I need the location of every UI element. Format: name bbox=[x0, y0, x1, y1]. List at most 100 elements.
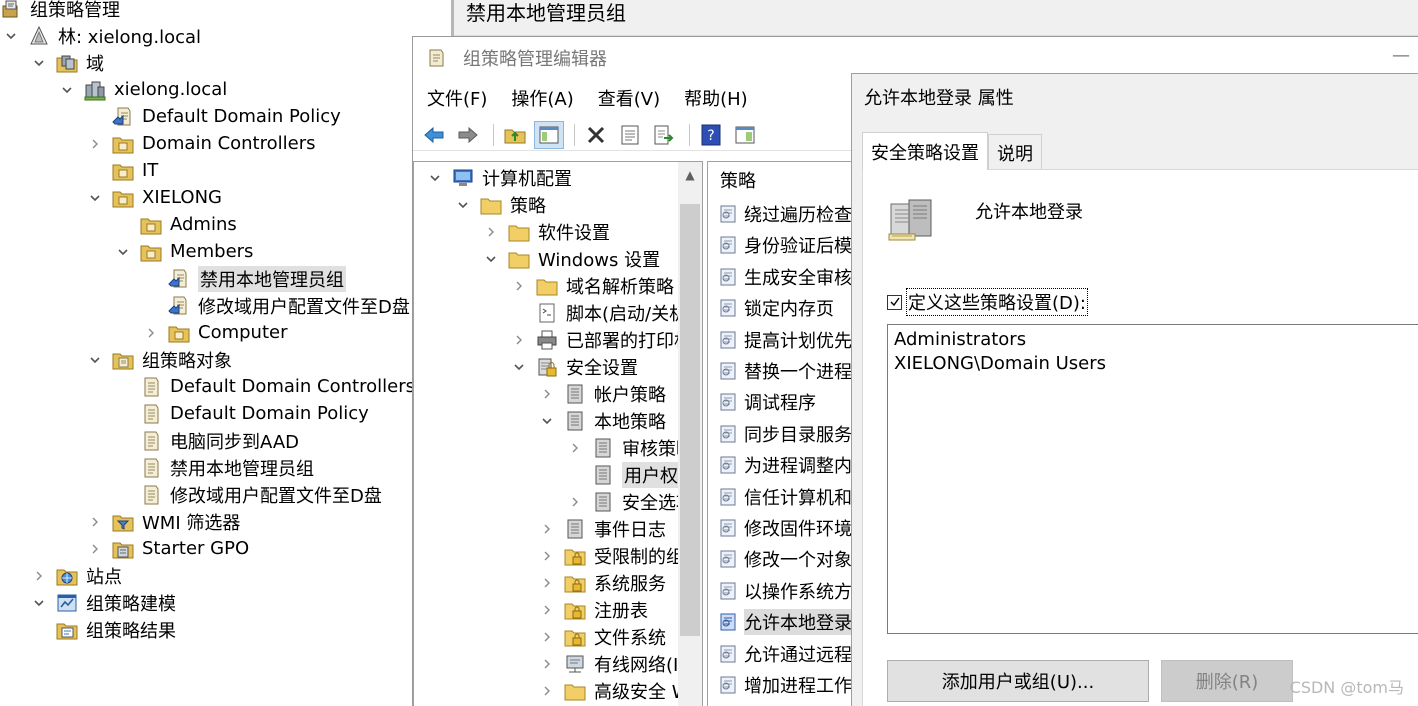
menu-item[interactable]: 文件(F) bbox=[427, 85, 487, 111]
editor-tree-node[interactable]: 帐户策略 bbox=[540, 380, 666, 407]
gpmc-tree-node[interactable]: 修改域用户配置文件至D盘 bbox=[116, 481, 382, 508]
editor-tree-node[interactable]: 系统服务 bbox=[540, 569, 666, 596]
policy-row[interactable]: 允许本地登录 bbox=[718, 608, 852, 636]
policy-row[interactable]: 为进程调整内存配额 bbox=[718, 451, 856, 479]
define-policy-checkbox-row[interactable]: 定义这些策略设置(D): bbox=[887, 288, 1088, 316]
gpmc-tree-node[interactable]: 修改域用户配置文件至D盘 bbox=[144, 292, 410, 319]
policy-row[interactable]: 绕过遍历检查 bbox=[718, 200, 852, 228]
remove-button[interactable]: 删除(R) bbox=[1161, 660, 1293, 702]
action-pane-button[interactable] bbox=[730, 121, 760, 149]
forward-button[interactable] bbox=[453, 121, 483, 149]
editor-tree-node[interactable]: 策略 bbox=[456, 191, 546, 218]
policy-row[interactable]: 同步目录服务数据 bbox=[718, 420, 856, 448]
chevron-right-icon[interactable] bbox=[484, 225, 498, 239]
editor-tree-node[interactable]: 已部署的打印机 bbox=[512, 326, 692, 353]
editor-tree-node[interactable]: 审核策略 bbox=[568, 434, 694, 461]
gpmc-tree-node[interactable]: 禁用本地管理员组 bbox=[144, 265, 346, 292]
gpmc-tree-node[interactable]: Default Domain Policy bbox=[88, 103, 341, 130]
chevron-right-icon[interactable] bbox=[540, 549, 554, 563]
define-policy-checkbox[interactable] bbox=[887, 294, 902, 310]
gpmc-tree-node[interactable]: xielong.local bbox=[60, 76, 227, 103]
chevron-down-icon[interactable] bbox=[88, 353, 102, 367]
chevron-right-icon[interactable] bbox=[144, 326, 158, 340]
chevron-down-icon[interactable] bbox=[116, 245, 130, 259]
gpmc-tree-node[interactable]: 站点 bbox=[32, 562, 122, 589]
back-button[interactable] bbox=[419, 121, 449, 149]
export-list-button[interactable] bbox=[649, 121, 679, 149]
tab-explain[interactable]: 说明 bbox=[988, 134, 1042, 170]
chevron-down-icon[interactable] bbox=[32, 596, 46, 610]
chevron-down-icon[interactable] bbox=[60, 83, 74, 97]
gpmc-tree-node[interactable]: XIELONG bbox=[88, 184, 222, 211]
tab-security-policy-setting[interactable]: 安全策略设置 bbox=[862, 132, 988, 170]
chevron-down-icon[interactable] bbox=[428, 171, 442, 185]
editor-tree-node[interactable]: 受限制的组 bbox=[540, 542, 684, 569]
delete-button[interactable] bbox=[581, 121, 611, 149]
up-level-button[interactable] bbox=[500, 121, 530, 149]
chevron-right-icon[interactable] bbox=[568, 441, 582, 455]
chevron-down-icon[interactable] bbox=[456, 198, 470, 212]
editor-tree-node[interactable]: 本地策略 bbox=[540, 407, 666, 434]
chevron-down-icon[interactable] bbox=[4, 29, 18, 43]
show-hide-tree-button[interactable] bbox=[534, 120, 564, 149]
gpmc-title-row[interactable]: 组策略管理 bbox=[0, 0, 120, 22]
policy-row[interactable]: 锁定内存页 bbox=[718, 294, 834, 322]
gpmc-tree-node[interactable]: 组策略建模 bbox=[32, 589, 176, 616]
policy-row[interactable]: 调试程序 bbox=[718, 388, 816, 416]
minimize-button[interactable]: — bbox=[1392, 45, 1410, 66]
gpmc-tree-node[interactable]: 电脑同步到AAD bbox=[116, 427, 299, 454]
chevron-right-icon[interactable] bbox=[540, 603, 554, 617]
chevron-down-icon[interactable] bbox=[540, 414, 554, 428]
member-entry[interactable]: XIELONG\Domain Users bbox=[894, 353, 1106, 374]
editor-tree-node[interactable]: 安全设置 bbox=[512, 353, 638, 380]
scroll-thumb[interactable] bbox=[680, 204, 700, 636]
chevron-down-icon[interactable] bbox=[88, 191, 102, 205]
gpmc-tree-node[interactable]: Domain Controllers bbox=[88, 130, 316, 157]
chevron-right-icon[interactable] bbox=[512, 333, 526, 347]
policy-row[interactable]: 信任计算机和用户帐户 bbox=[718, 483, 856, 511]
gpmc-tree-node[interactable]: 组策略对象 bbox=[88, 346, 232, 373]
gpmc-tree-node[interactable]: Starter GPO bbox=[88, 535, 249, 562]
chevron-right-icon[interactable] bbox=[512, 279, 526, 293]
editor-tree-node[interactable]: Windows 设置 bbox=[484, 245, 660, 272]
members-listbox[interactable]: Administrators XIELONG\Domain Users bbox=[887, 324, 1418, 634]
gpmc-tree-node[interactable]: Default Domain Controllers P bbox=[116, 373, 412, 400]
properties-button[interactable] bbox=[615, 121, 645, 149]
chevron-right-icon[interactable] bbox=[32, 569, 46, 583]
policy-row[interactable]: 修改一个对象标签 bbox=[718, 545, 856, 573]
gpmc-tree-node[interactable]: WMI 筛选器 bbox=[88, 508, 240, 535]
policy-row[interactable]: 替换一个进程级令牌 bbox=[718, 357, 856, 385]
chevron-right-icon[interactable] bbox=[568, 495, 582, 509]
gpmc-tree-node[interactable]: Members bbox=[116, 238, 253, 265]
chevron-right-icon[interactable] bbox=[540, 387, 554, 401]
scroll-up-icon[interactable]: ▲ bbox=[682, 168, 698, 182]
chevron-down-icon[interactable] bbox=[512, 360, 526, 374]
policy-row[interactable]: 提高计划优先级 bbox=[718, 326, 856, 354]
editor-tree-node[interactable]: 脚本(启动/关机 bbox=[512, 299, 687, 326]
policy-column-header[interactable]: 策略 bbox=[708, 162, 756, 198]
gpmc-tree-node[interactable]: 域 bbox=[32, 49, 104, 76]
policy-row[interactable]: 以操作系统方式执行 bbox=[718, 577, 856, 605]
help-button[interactable]: ? bbox=[696, 121, 726, 149]
gpmc-tree-node[interactable]: 组策略结果 bbox=[32, 616, 176, 643]
editor-tree-node[interactable]: 注册表 bbox=[540, 596, 648, 623]
gpmc-tree-node[interactable]: Default Domain Policy bbox=[116, 400, 369, 427]
editor-tree-node[interactable]: 软件设置 bbox=[484, 218, 610, 245]
member-entry[interactable]: Administrators bbox=[894, 329, 1026, 350]
menu-item[interactable]: 操作(A) bbox=[511, 85, 573, 111]
chevron-right-icon[interactable] bbox=[540, 576, 554, 590]
editor-tree-node[interactable]: 域名解析策略 bbox=[512, 272, 674, 299]
policy-row[interactable]: 生成安全审核 bbox=[718, 263, 852, 291]
menu-item[interactable]: 查看(V) bbox=[598, 85, 660, 111]
policy-row[interactable]: 允许通过远程桌面服务登录 bbox=[718, 640, 856, 668]
chevron-right-icon[interactable] bbox=[540, 657, 554, 671]
tree-scrollbar[interactable]: ▲ bbox=[678, 162, 702, 706]
chevron-right-icon[interactable] bbox=[540, 630, 554, 644]
policy-row[interactable]: 身份验证后模拟客户端 bbox=[718, 231, 856, 259]
chevron-down-icon[interactable] bbox=[484, 252, 498, 266]
editor-tree-node[interactable]: 计算机配置 bbox=[428, 164, 572, 191]
chevron-right-icon[interactable] bbox=[88, 542, 102, 556]
chevron-right-icon[interactable] bbox=[88, 137, 102, 151]
chevron-right-icon[interactable] bbox=[88, 515, 102, 529]
gpmc-tree-node[interactable]: 林: xielong.local bbox=[4, 22, 201, 49]
